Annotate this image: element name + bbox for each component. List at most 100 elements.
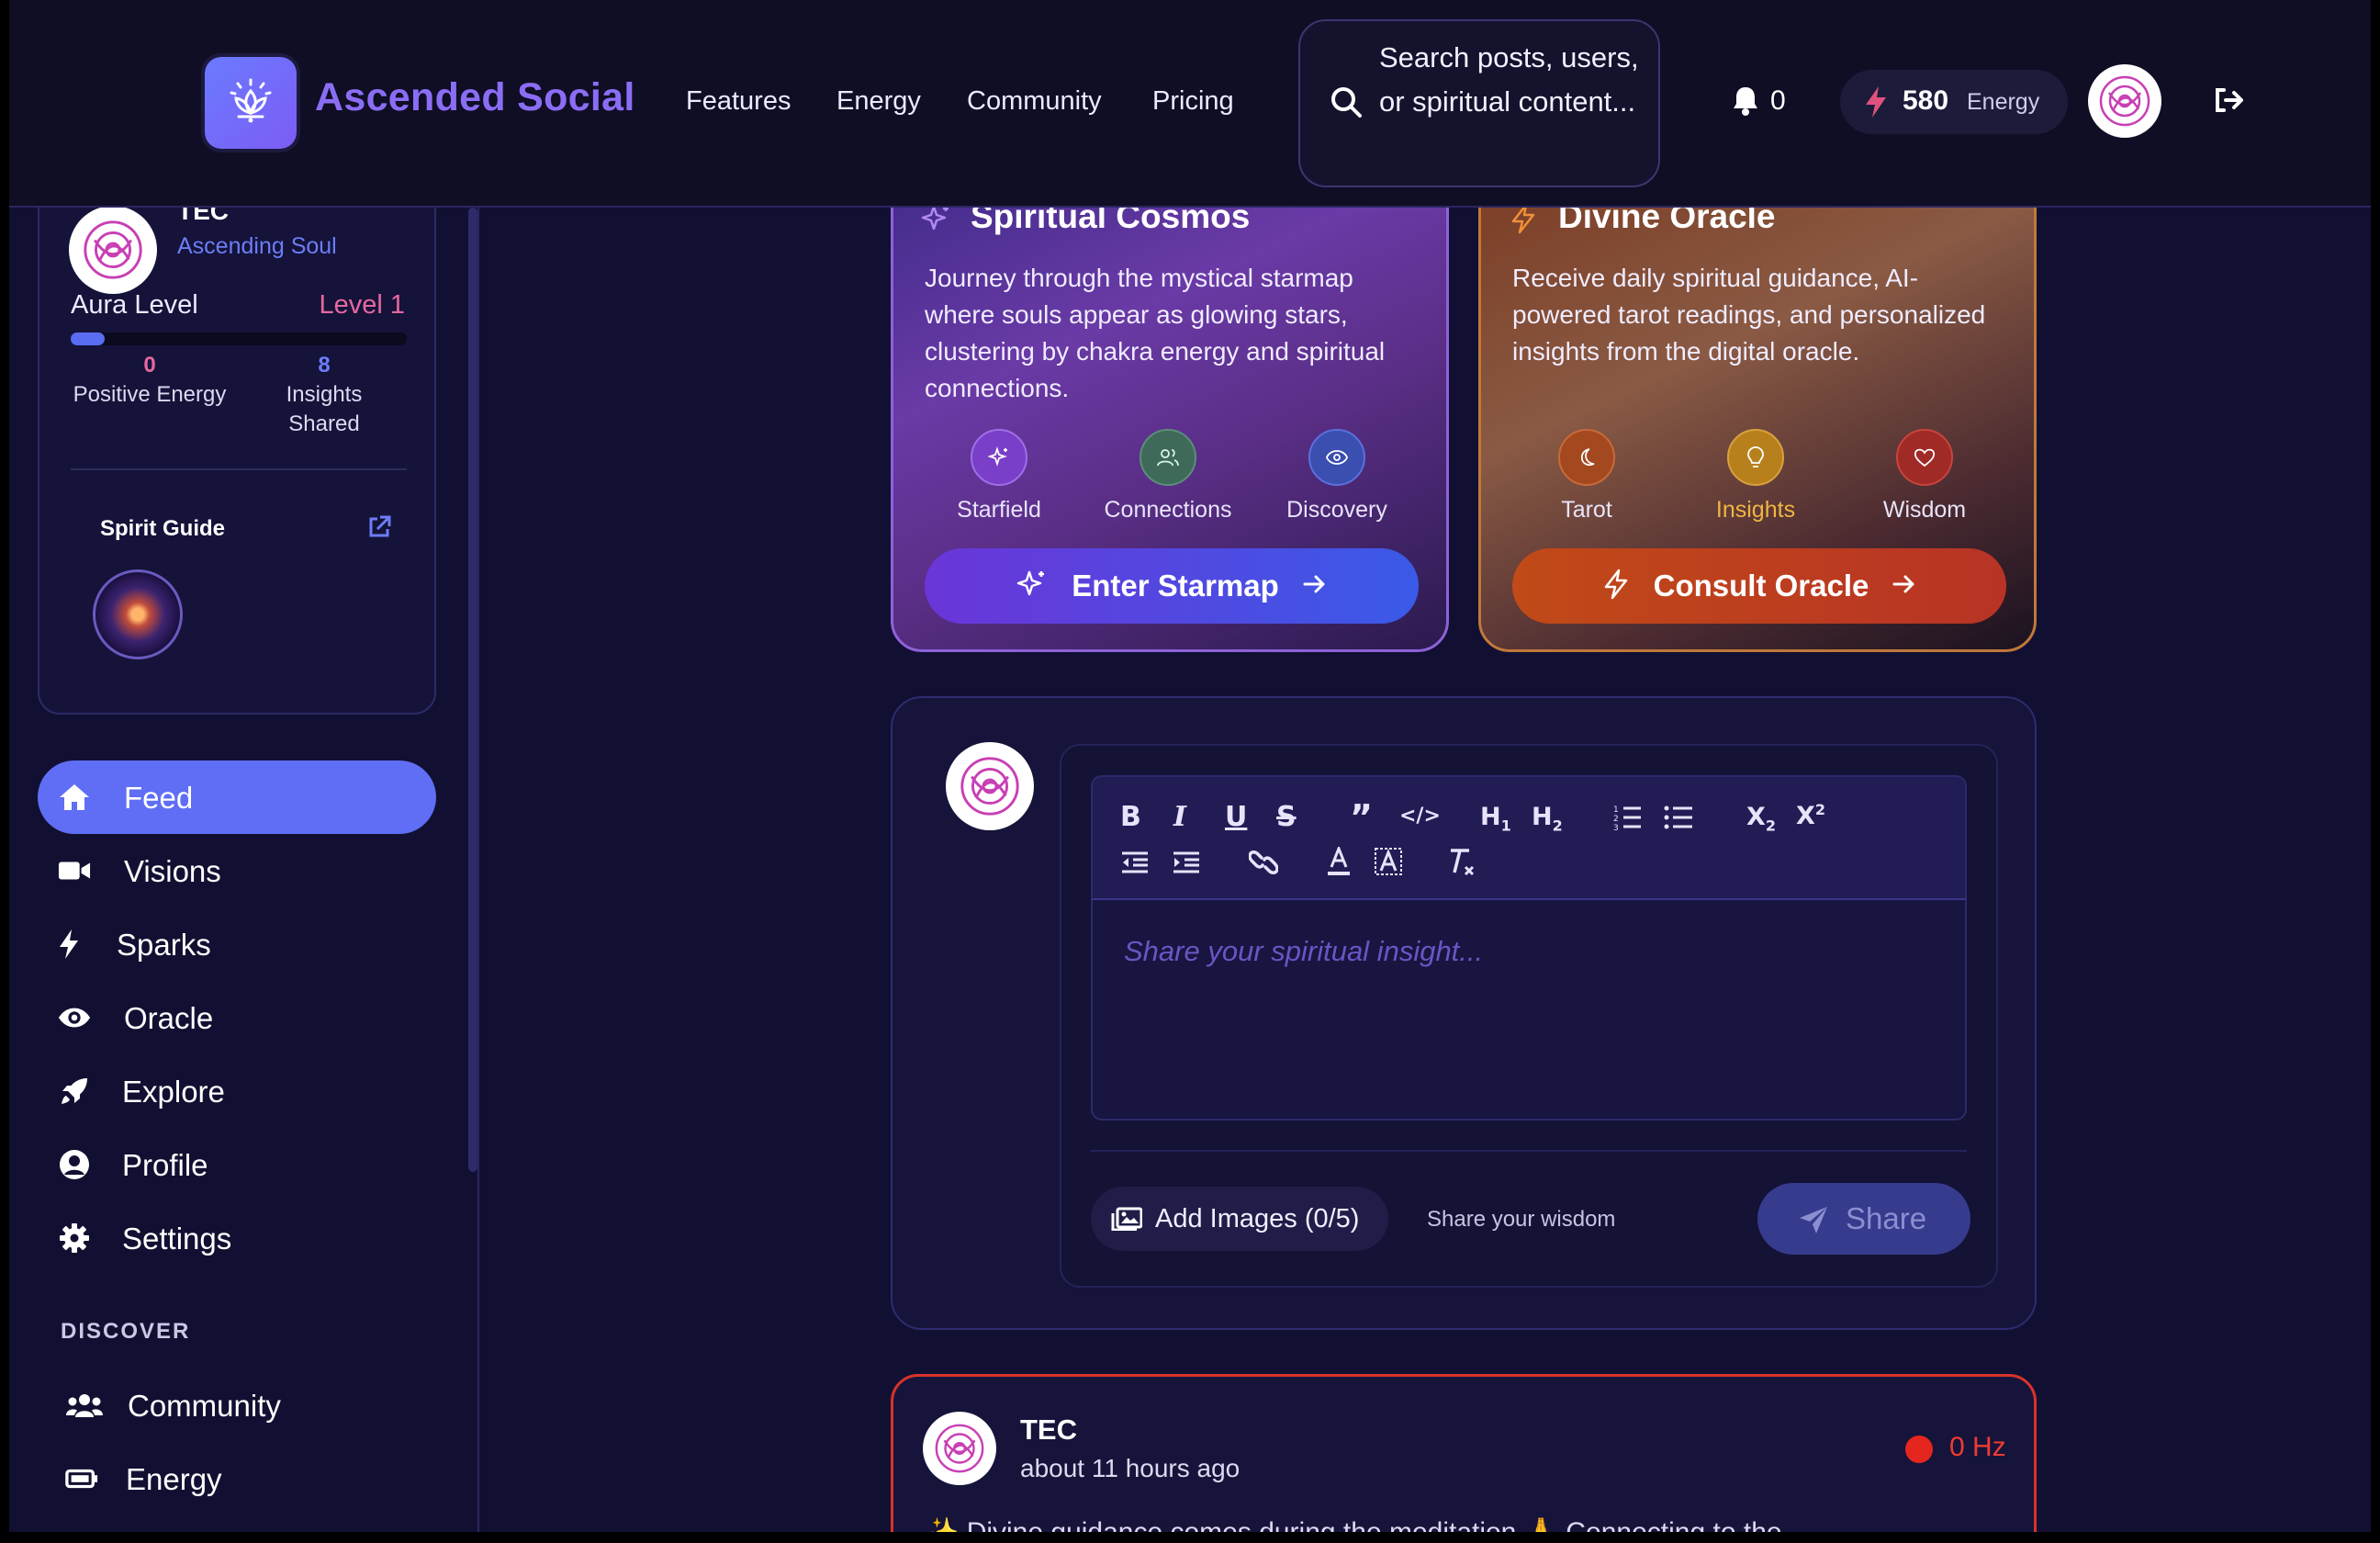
editor-toolbar: B I U S ” </> H1 H2 123 X2 X2 bbox=[1091, 775, 1967, 900]
lotus-logo-icon[interactable] bbox=[205, 57, 297, 149]
sidebar-item-profile[interactable]: Profile bbox=[38, 1128, 436, 1201]
superscript-button[interactable]: X2 bbox=[1796, 801, 1825, 830]
add-images-button[interactable]: Add Images (0/5) bbox=[1091, 1187, 1388, 1251]
sidebar-item-community[interactable]: Community bbox=[38, 1368, 436, 1442]
post-author[interactable]: TEC bbox=[1020, 1413, 1077, 1447]
nav-features[interactable]: Features bbox=[686, 86, 791, 117]
energy-value: 580 bbox=[1903, 85, 1949, 116]
code-icon[interactable]: </> bbox=[1399, 805, 1441, 828]
sidebar-item-explore[interactable]: Explore bbox=[38, 1054, 436, 1128]
underline-button[interactable]: U bbox=[1225, 801, 1247, 833]
background-color-icon[interactable] bbox=[1374, 847, 1403, 883]
lightbulb-icon[interactable] bbox=[1727, 429, 1784, 486]
post-timestamp: about 11 hours ago bbox=[1020, 1454, 1241, 1482]
logout-icon[interactable] bbox=[2213, 86, 2244, 118]
feature-label: Discovery bbox=[1286, 497, 1387, 523]
post-card[interactable]: TEC about 11 hours ago 0 Hz ✨ Divine gui… bbox=[891, 1374, 2037, 1532]
ordered-list-icon[interactable]: 123 bbox=[1612, 805, 1642, 835]
top-header: Ascended Social Features Energy Communit… bbox=[9, 0, 2371, 208]
battery-icon bbox=[65, 1464, 98, 1493]
button-label: Consult Oracle bbox=[1653, 569, 1869, 603]
sidebar-item-settings[interactable]: Settings bbox=[38, 1201, 436, 1275]
bolt-icon bbox=[1509, 203, 1538, 239]
aura-progress-fill bbox=[71, 332, 105, 345]
svg-text:3: 3 bbox=[1613, 824, 1619, 830]
sidebar-item-oracle[interactable]: Oracle bbox=[38, 981, 436, 1054]
eye-icon[interactable] bbox=[1308, 429, 1365, 486]
clear-format-icon[interactable] bbox=[1447, 847, 1476, 883]
sidebar-item-visions[interactable]: Visions bbox=[38, 834, 436, 907]
energy-badge[interactable]: 580 Energy bbox=[1840, 70, 2068, 134]
sidebar-item-label: Feed bbox=[124, 781, 194, 815]
sidebar-item-label: Profile bbox=[122, 1148, 208, 1182]
moon-icon[interactable] bbox=[1558, 429, 1615, 486]
profile-avatar[interactable] bbox=[69, 206, 157, 294]
heading1-button[interactable]: H1 bbox=[1480, 803, 1511, 834]
connections-icon[interactable] bbox=[1139, 429, 1196, 486]
strikethrough-button[interactable]: S bbox=[1276, 801, 1297, 833]
insights-label: Insights Shared bbox=[286, 382, 363, 436]
notification-count: 0 bbox=[1770, 85, 1786, 116]
starfield-icon[interactable] bbox=[971, 429, 1027, 486]
sidebar-item-feed[interactable]: Feed bbox=[38, 760, 436, 834]
sidebar-item-label: Visions bbox=[124, 854, 221, 888]
post-author-avatar[interactable] bbox=[923, 1412, 996, 1485]
share-button[interactable]: Share bbox=[1757, 1183, 1970, 1255]
users-icon bbox=[65, 1391, 104, 1420]
bolt-icon bbox=[52, 929, 85, 959]
feature-label: Wisdom bbox=[1882, 497, 1967, 523]
indent-icon[interactable] bbox=[1172, 850, 1201, 879]
spirit-guide-image[interactable] bbox=[93, 569, 183, 659]
composer-panel: B I U S ” </> H1 H2 123 X2 X2 Share your… bbox=[1060, 744, 1998, 1288]
composer-avatar[interactable] bbox=[946, 742, 1034, 830]
home-icon bbox=[58, 783, 91, 812]
sparkles-icon bbox=[1016, 569, 1048, 604]
add-images-label: Add Images (0/5) bbox=[1155, 1204, 1360, 1233]
post-text-editor[interactable]: Share your spiritual insight... bbox=[1091, 900, 1967, 1121]
sidebar-item-label: Explore bbox=[122, 1075, 225, 1109]
nav-pricing[interactable]: Pricing bbox=[1152, 86, 1234, 117]
divider bbox=[1091, 1150, 1967, 1152]
sidebar-item-label: Community bbox=[128, 1389, 281, 1423]
svg-text:1: 1 bbox=[1613, 805, 1619, 815]
nav-community[interactable]: Community bbox=[967, 86, 1102, 117]
feature-label: Connections bbox=[1104, 497, 1232, 523]
search-icon bbox=[1330, 85, 1363, 123]
share-label: Share bbox=[1846, 1201, 1927, 1235]
spirit-guide-label: Spirit Guide bbox=[100, 516, 226, 541]
profile-card: TEC Ascending Soul Aura Level Level 1 0 … bbox=[38, 189, 436, 715]
aura-progress-bar bbox=[71, 332, 407, 345]
consult-oracle-button[interactable]: Consult Oracle bbox=[1512, 548, 2006, 624]
positive-energy-label: Positive Energy bbox=[73, 382, 227, 407]
link-icon[interactable] bbox=[1248, 849, 1279, 881]
quote-icon[interactable]: ” bbox=[1350, 797, 1373, 838]
sidebar-scrollbar[interactable] bbox=[468, 208, 477, 1172]
heart-icon[interactable] bbox=[1896, 429, 1953, 486]
bolt-icon bbox=[1602, 569, 1630, 604]
energy-label: Energy bbox=[1967, 89, 2040, 115]
external-link-icon[interactable] bbox=[366, 514, 392, 545]
subscript-button[interactable]: X2 bbox=[1746, 803, 1776, 834]
sidebar-item-energy[interactable]: Energy bbox=[38, 1442, 436, 1515]
arrow-right-icon bbox=[1303, 574, 1327, 599]
bold-button[interactable]: B bbox=[1120, 801, 1141, 833]
enter-starmap-button[interactable]: Enter Starmap bbox=[925, 548, 1419, 624]
italic-button[interactable]: I bbox=[1173, 801, 1186, 833]
card-description: Journey through the mystical starmap whe… bbox=[925, 264, 1386, 402]
aura-level: Level 1 bbox=[319, 290, 405, 320]
user-avatar[interactable] bbox=[2088, 64, 2161, 138]
sidebar: TEC Ascending Soul Aura Level Level 1 0 … bbox=[9, 189, 479, 1532]
search-input[interactable]: Search posts, users, or spiritual conten… bbox=[1298, 19, 1660, 187]
images-icon bbox=[1111, 1207, 1143, 1235]
nav-energy[interactable]: Energy bbox=[836, 86, 921, 117]
text-color-icon[interactable] bbox=[1326, 844, 1352, 883]
frequency-value: 0 Hz bbox=[1949, 1432, 2006, 1462]
sidebar-item-sparks[interactable]: Sparks bbox=[38, 907, 436, 981]
outdent-icon[interactable] bbox=[1120, 850, 1150, 879]
sidebar-item-label: Sparks bbox=[117, 928, 211, 962]
bullet-list-icon[interactable] bbox=[1664, 805, 1693, 835]
paper-plane-icon bbox=[1798, 1205, 1829, 1239]
heading2-button[interactable]: H2 bbox=[1532, 803, 1563, 834]
brand-name[interactable]: Ascended Social bbox=[315, 75, 635, 120]
bell-icon[interactable] bbox=[1732, 84, 1759, 120]
